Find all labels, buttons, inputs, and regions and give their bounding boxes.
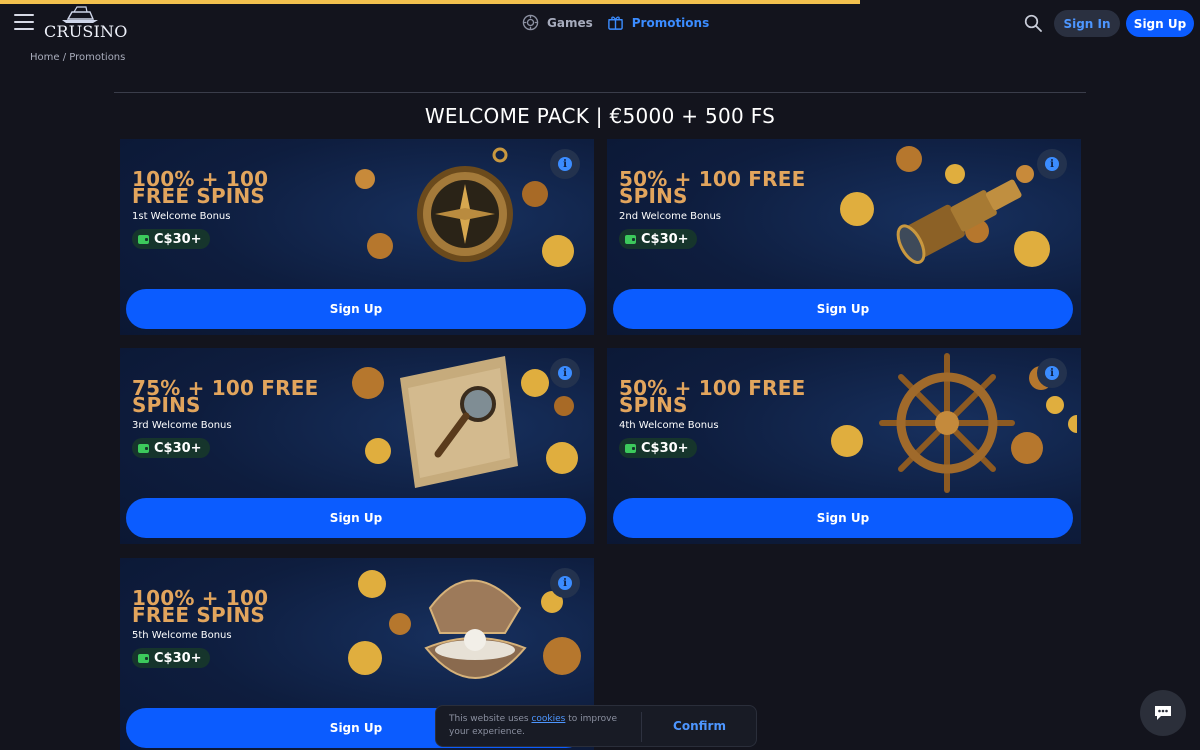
badge-label: C$30+	[154, 650, 202, 666]
cookie-text-before: This website uses	[449, 714, 532, 724]
cookie-banner: This website uses cookies to improve you…	[435, 705, 757, 747]
info-icon: i	[558, 157, 572, 171]
info-button[interactable]: i	[550, 568, 580, 598]
promo-subtitle: 2nd Welcome Bonus	[619, 211, 722, 222]
gift-icon	[607, 16, 623, 30]
cookies-link[interactable]: cookies	[531, 714, 565, 724]
nav-promotions[interactable]: Promotions	[607, 14, 709, 31]
promo-card: 100% + 100 FREE SPINS 1st Welcome Bonus …	[120, 139, 594, 335]
promo-card: 75% + 100 FREE SPINS 3rd Welcome Bonus C…	[120, 348, 594, 544]
promo-card: 50% + 100 FREE SPINS 2nd Welcome Bonus C…	[607, 139, 1081, 335]
title-divider	[114, 92, 1086, 93]
card-sign-up-button[interactable]: Sign Up	[613, 498, 1073, 538]
card-sign-up-button[interactable]: Sign Up	[613, 289, 1073, 329]
info-button[interactable]: i	[550, 358, 580, 388]
search-icon[interactable]	[1024, 14, 1042, 32]
info-button[interactable]: i	[550, 149, 580, 179]
info-icon: i	[558, 576, 572, 590]
min-deposit-badge: C$30+	[619, 438, 697, 458]
page-title: WELCOME PACK | €5000 + 500 FS	[424, 104, 776, 128]
wallet-icon	[625, 234, 636, 244]
promo-subtitle: 5th Welcome Bonus	[132, 630, 232, 641]
wallet-icon	[625, 443, 636, 453]
sign-up-button[interactable]: Sign Up	[1126, 10, 1194, 37]
info-button[interactable]: i	[1037, 358, 1067, 388]
breadcrumb-current: Promotions	[69, 52, 126, 63]
info-icon: i	[1045, 157, 1059, 171]
promo-title: 100% + 100 FREE SPINS	[132, 586, 269, 627]
badge-label: C$30+	[154, 231, 202, 247]
info-icon: i	[1045, 366, 1059, 380]
promo-card: 50% + 100 FREE SPINS 4th Welcome Bonus C…	[607, 348, 1081, 544]
promo-title: 50% + 100 FREE SPINS	[619, 376, 806, 417]
min-deposit-badge: C$30+	[132, 229, 210, 249]
wallet-icon	[138, 234, 149, 244]
main-nav: Games Promotions	[522, 14, 709, 31]
nav-games-label: Games	[547, 15, 593, 30]
badge-label: C$30+	[641, 231, 689, 247]
badge-label: C$30+	[154, 440, 202, 456]
min-deposit-badge: C$30+	[619, 229, 697, 249]
badge-label: C$30+	[641, 440, 689, 456]
info-icon: i	[558, 366, 572, 380]
wallet-icon	[138, 443, 149, 453]
nav-promotions-label: Promotions	[631, 15, 710, 30]
top-header: CRUSINO Games Promotions Sign In Sign Up	[0, 0, 1200, 48]
promo-title: 100% + 100 FREE SPINS	[132, 167, 269, 208]
card-sign-up-button[interactable]: Sign Up	[126, 289, 586, 329]
nav-games[interactable]: Games	[522, 14, 593, 31]
sign-in-button[interactable]: Sign In	[1054, 10, 1120, 37]
chat-button[interactable]	[1140, 690, 1186, 736]
wallet-icon	[138, 653, 149, 663]
promo-subtitle: 1st Welcome Bonus	[132, 211, 231, 222]
promo-title: 50% + 100 FREE SPINS	[619, 167, 806, 208]
logo-text: CRUSINO	[44, 22, 128, 41]
logo[interactable]: CRUSINO	[44, 6, 127, 42]
breadcrumb-home[interactable]: Home	[30, 52, 60, 63]
promo-subtitle: 3rd Welcome Bonus	[132, 420, 232, 431]
cookie-confirm-button[interactable]: Confirm	[642, 706, 757, 746]
breadcrumb-separator: /	[59, 52, 70, 63]
menu-icon[interactable]	[14, 14, 34, 30]
chat-icon	[1155, 706, 1171, 720]
min-deposit-badge: C$30+	[132, 648, 210, 668]
info-button[interactable]: i	[1037, 149, 1067, 179]
breadcrumb: Home / Promotions	[30, 52, 125, 63]
cookie-text: This website uses cookies to improve you…	[449, 713, 629, 739]
promo-title: 75% + 100 FREE SPINS	[132, 376, 319, 417]
card-sign-up-button[interactable]: Sign Up	[126, 498, 586, 538]
games-icon	[522, 14, 539, 31]
min-deposit-badge: C$30+	[132, 438, 210, 458]
promo-subtitle: 4th Welcome Bonus	[619, 420, 719, 431]
